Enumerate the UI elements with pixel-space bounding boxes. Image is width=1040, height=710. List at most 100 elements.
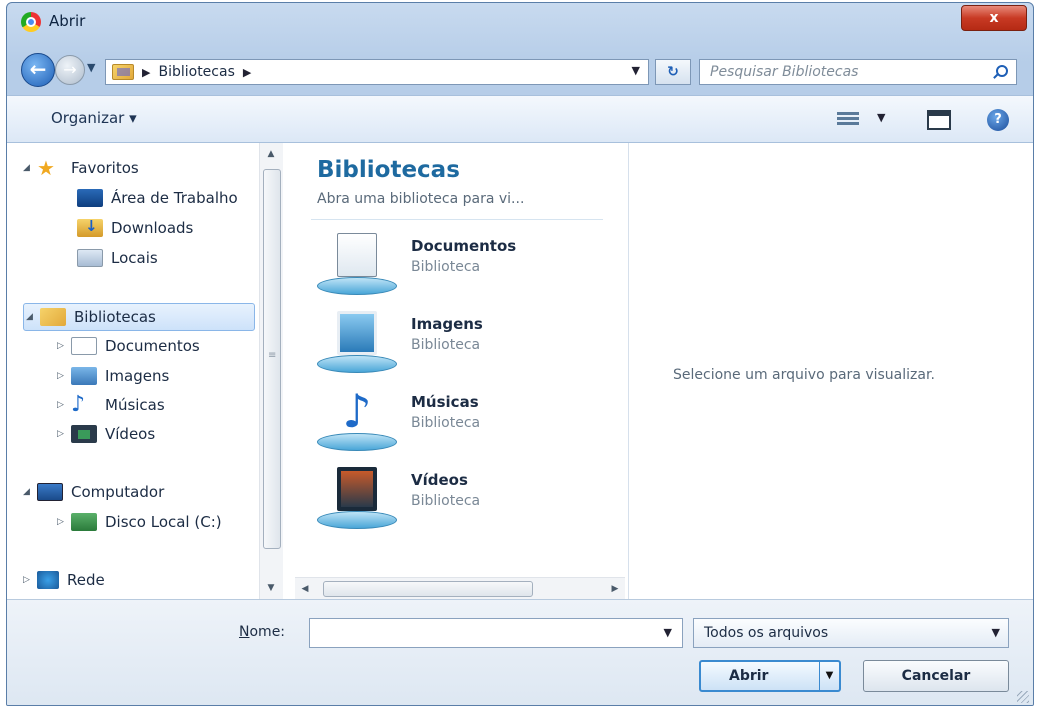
library-horizontal-scrollbar[interactable]: ◀ ▶	[295, 577, 625, 599]
title-bar[interactable]: Abrir x	[7, 3, 1033, 41]
file-name-combobox[interactable]: ▼	[309, 618, 683, 648]
computer-icon	[37, 483, 63, 501]
refresh-button[interactable]: ↻	[655, 59, 691, 85]
resize-grip[interactable]	[1017, 691, 1029, 703]
address-bar[interactable]: ▶ Bibliotecas ▶ ▼	[105, 59, 649, 85]
view-options-dropdown-icon[interactable]: ▼	[877, 111, 885, 124]
collapsed-arrow-icon[interactable]: ▷	[57, 429, 71, 439]
sidebar-item-musicas[interactable]: ▷ ♪ Músicas	[57, 394, 165, 416]
divider	[311, 219, 603, 220]
desktop-icon	[77, 189, 103, 207]
expanded-arrow-icon[interactable]: ◢	[26, 312, 40, 322]
sidebar-item-label: Computador	[71, 483, 165, 501]
scrollbar-thumb[interactable]	[263, 169, 281, 549]
file-type-dropdown-icon[interactable]: ▼	[992, 626, 1000, 639]
library-item-imagens[interactable]: Imagens Biblioteca	[317, 311, 617, 379]
preview-pane: Selecione um arquivo para visualizar.	[629, 143, 1033, 599]
library-item-name: Músicas	[411, 393, 479, 411]
library-item-name: Imagens	[411, 315, 483, 333]
network-icon	[37, 571, 59, 589]
library-item-documentos[interactable]: Documentos Biblioteca	[317, 233, 617, 301]
breadcrumb-arrow-icon[interactable]: ▶	[243, 66, 251, 79]
preview-message: Selecione um arquivo para visualizar.	[673, 367, 935, 383]
sidebar-item-label: Bibliotecas	[74, 308, 156, 326]
sidebar-item-imagens[interactable]: ▷ Imagens	[57, 367, 169, 385]
file-name-dropdown-icon[interactable]: ▼	[664, 626, 672, 639]
navigation-pane: ◢ ★ Favoritos Área de Trabalho Downloads…	[7, 143, 283, 599]
change-view-icon[interactable]	[837, 110, 859, 128]
library-pane: Bibliotecas Abra uma biblioteca para vi.…	[291, 143, 629, 599]
sidebar-item-computador[interactable]: ◢ Computador	[23, 483, 164, 501]
collapsed-arrow-icon[interactable]: ▷	[57, 371, 71, 381]
collapsed-arrow-icon[interactable]: ▷	[57, 517, 71, 527]
library-item-name: Documentos	[411, 237, 517, 255]
navigation-scrollbar[interactable]: ▲ ▼	[259, 143, 283, 599]
library-subtitle: Abra uma biblioteca para vi...	[317, 191, 525, 207]
file-name-input[interactable]	[310, 619, 650, 647]
sidebar-item-downloads[interactable]: Downloads	[77, 217, 194, 237]
sidebar-item-bibliotecas[interactable]: ◢ Bibliotecas	[23, 303, 255, 331]
breadcrumb-arrow-icon[interactable]: ▶	[142, 66, 150, 79]
navigation-bar: ← → ▼ ▶ Bibliotecas ▶ ▼ ↻	[7, 47, 1033, 87]
chrome-icon	[21, 12, 41, 32]
forward-button[interactable]: →	[55, 55, 85, 85]
sidebar-item-locais[interactable]: Locais	[77, 249, 158, 267]
open-options-dropdown-icon[interactable]: ▼	[819, 662, 839, 690]
pictures-library-icon	[317, 311, 397, 373]
file-name-label: Nome:	[239, 624, 285, 640]
downloads-icon	[77, 217, 103, 237]
collapsed-arrow-icon[interactable]: ▷	[57, 341, 71, 351]
collapsed-arrow-icon[interactable]: ▷	[57, 400, 71, 410]
scrollbar-thumb[interactable]	[323, 581, 533, 597]
sidebar-item-rede[interactable]: ▷ Rede	[23, 571, 105, 589]
search-box[interactable]	[699, 59, 1017, 85]
expanded-arrow-icon[interactable]: ◢	[23, 487, 37, 497]
open-button[interactable]: Abrir ▼	[699, 660, 841, 692]
documents-icon	[71, 337, 97, 355]
collapsed-arrow-icon[interactable]: ▷	[23, 575, 37, 585]
library-item-name: Vídeos	[411, 471, 468, 489]
sidebar-item-label: Downloads	[111, 219, 194, 237]
local-disk-icon	[71, 513, 97, 531]
star-icon: ★	[37, 156, 55, 180]
sidebar-item-label: Imagens	[105, 367, 170, 385]
sidebar-item-label: Músicas	[105, 396, 165, 414]
file-type-select[interactable]: Todos os arquivos ▼	[693, 618, 1009, 648]
breadcrumb-bibliotecas[interactable]: Bibliotecas	[158, 64, 234, 80]
cancel-button[interactable]: Cancelar	[863, 660, 1009, 692]
back-button[interactable]: ←	[21, 53, 55, 87]
open-dialog: Abrir x ← → ▼ ▶ Bibliotecas ▶ ▼ ↻ Organi…	[6, 2, 1034, 706]
recent-places-icon	[77, 249, 103, 267]
address-dropdown-icon[interactable]: ▼	[632, 64, 640, 77]
organize-menu[interactable]: Organizar ▾	[51, 109, 137, 127]
close-button[interactable]: x	[961, 5, 1027, 31]
library-item-musicas[interactable]: ♪ Músicas Biblioteca	[317, 388, 617, 457]
sidebar-item-label: Disco Local (C:)	[105, 513, 222, 531]
open-button-label: Abrir	[729, 668, 769, 684]
music-library-icon: ♪	[317, 388, 397, 451]
library-item-videos[interactable]: Vídeos Biblioteca	[317, 467, 617, 535]
recent-pages-dropdown-icon[interactable]: ▼	[87, 61, 95, 74]
scroll-up-icon[interactable]: ▲	[260, 143, 282, 165]
search-icon[interactable]	[996, 65, 1008, 77]
sidebar-item-disco-local[interactable]: ▷ Disco Local (C:)	[57, 513, 222, 531]
sidebar-item-favoritos[interactable]: ◢ ★ Favoritos	[23, 156, 139, 180]
preview-pane-icon[interactable]	[927, 110, 951, 130]
expanded-arrow-icon[interactable]: ◢	[23, 163, 37, 173]
scroll-left-icon[interactable]: ◀	[295, 578, 315, 600]
help-button[interactable]: ?	[987, 109, 1009, 131]
window-title: Abrir	[49, 12, 86, 30]
library-item-type: Biblioteca	[411, 337, 481, 353]
documents-library-icon	[317, 233, 397, 295]
sidebar-item-area-de-trabalho[interactable]: Área de Trabalho	[77, 189, 238, 207]
library-item-type: Biblioteca	[411, 259, 481, 275]
content-area: ◢ ★ Favoritos Área de Trabalho Downloads…	[7, 143, 1033, 599]
scroll-down-icon[interactable]: ▼	[260, 577, 282, 599]
library-item-type: Biblioteca	[411, 493, 481, 509]
scroll-right-icon[interactable]: ▶	[605, 578, 625, 600]
search-input[interactable]	[700, 60, 980, 84]
sidebar-item-videos[interactable]: ▷ Vídeos	[57, 425, 155, 443]
sidebar-item-label: Documentos	[105, 337, 200, 355]
sidebar-item-documentos[interactable]: ▷ Documentos	[57, 337, 200, 355]
file-name-label-text: ome:	[249, 624, 286, 640]
